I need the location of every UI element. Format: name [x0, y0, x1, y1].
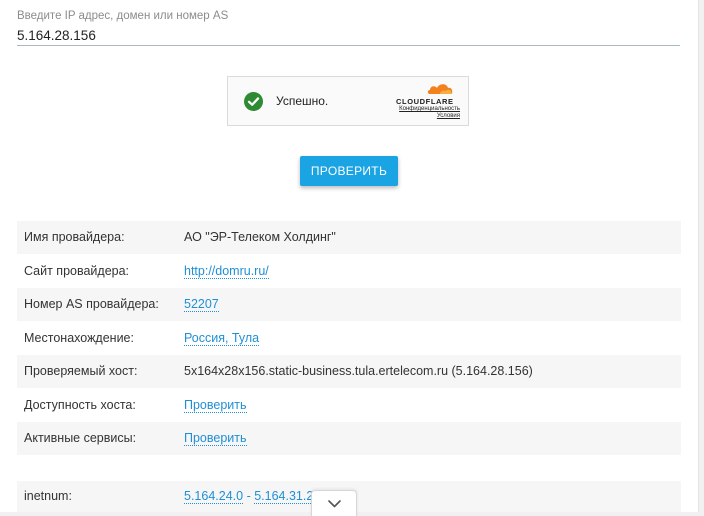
provider-info-table: Имя провайдера: АО "ЭР-Телеком Холдинг" …	[17, 221, 681, 456]
table-row: Сайт провайдера: http://domru.ru/	[17, 254, 681, 288]
table-row: Проверяемый хост: 5x164x28x156.static-bu…	[17, 354, 681, 389]
cloudflare-cloud-icon	[427, 84, 453, 94]
table-row: Имя провайдера: АО "ЭР-Телеком Холдинг"	[17, 221, 681, 255]
check-circle-icon	[244, 92, 263, 111]
active-services-check-link[interactable]: Проверить	[184, 431, 247, 447]
checked-host-value: 5x164x28x156.static-business.tula.ertele…	[184, 354, 681, 389]
active-services-label: Активные сервисы:	[17, 421, 184, 456]
inetnum-label: inetnum:	[24, 489, 72, 503]
check-button[interactable]: ПРОВЕРИТЬ	[300, 156, 398, 186]
cloudflare-captcha-widget: Успешно. CLOUDFLARE Конфиденциальность У…	[227, 76, 469, 126]
table-row: Доступность хоста: Проверить	[17, 388, 681, 422]
page-content: Введите IP адрес, домен или номер AS Усп…	[0, 0, 698, 516]
location-label: Местонахождение:	[17, 321, 184, 355]
ip-input-label: Введите IP адрес, домен или номер AS	[17, 10, 229, 22]
inetnum-separator: -	[243, 489, 255, 503]
provider-site-label: Сайт провайдера:	[17, 254, 184, 288]
provider-name-label: Имя провайдера:	[17, 221, 184, 255]
host-availability-check-link[interactable]: Проверить	[184, 397, 247, 413]
checked-host-label: Проверяемый хост:	[17, 354, 184, 389]
page-scrollbar[interactable]	[698, 0, 704, 512]
location-link[interactable]: Россия, Тула	[184, 330, 260, 346]
privacy-link[interactable]: Конфиденциальность	[396, 106, 460, 113]
terms-link[interactable]: Условия	[396, 113, 460, 120]
table-row: Активные сервисы: Проверить	[17, 421, 681, 456]
ip-input[interactable]	[17, 25, 680, 46]
cloudflare-brand-text: CLOUDFLARE	[396, 97, 454, 106]
captcha-status: Успешно.	[276, 94, 329, 108]
provider-as-link[interactable]: 52207	[184, 297, 219, 313]
inetnum-start-link[interactable]: 5.164.24.0	[184, 489, 244, 504]
table-row: Местонахождение: Россия, Тула	[17, 321, 681, 355]
cloudflare-logo: CLOUDFLARE Конфиденциальность Условия	[396, 83, 460, 120]
host-availability-label: Доступность хоста:	[17, 388, 184, 422]
provider-site-link[interactable]: http://domru.ru/	[184, 263, 269, 279]
scroll-down-button[interactable]	[311, 490, 357, 516]
provider-as-label: Номер AS провайдера:	[17, 287, 184, 322]
table-row: Номер AS провайдера: 52207	[17, 287, 681, 322]
inetnum-value: 5.164.24.0 - 5.164.31.255	[184, 489, 328, 504]
provider-name-value: АО "ЭР-Телеком Холдинг"	[184, 221, 681, 255]
chevron-down-icon	[328, 500, 341, 508]
